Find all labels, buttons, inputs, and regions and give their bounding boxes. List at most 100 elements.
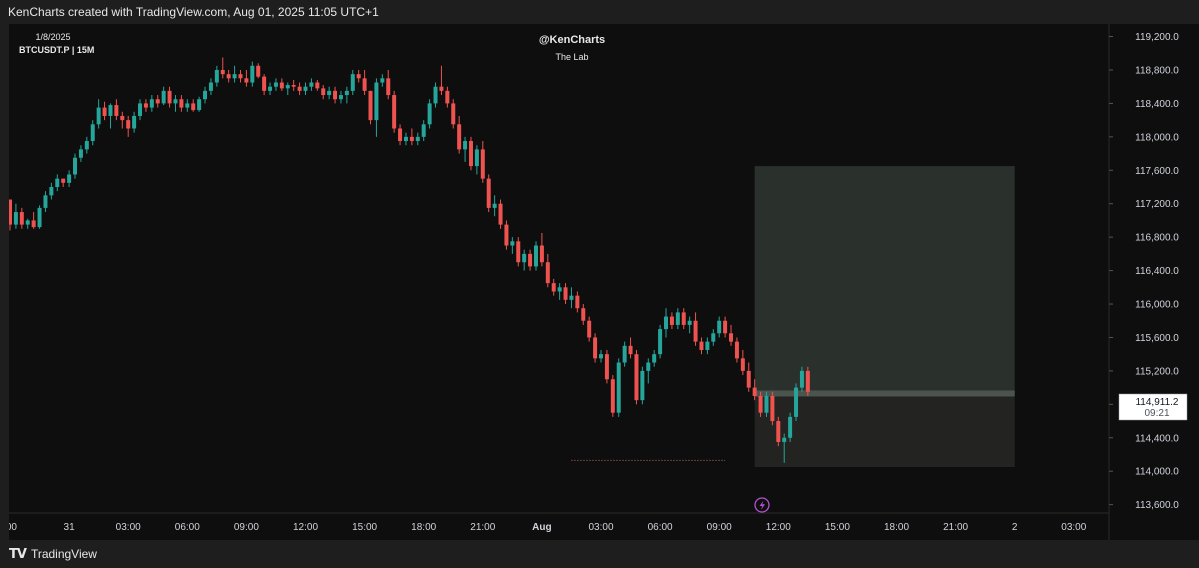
candle-body (504, 224, 509, 246)
candle-body (776, 421, 781, 442)
candle-body (415, 136, 420, 142)
candle (427, 99, 432, 129)
candle-body (102, 107, 107, 116)
candle-body (545, 262, 550, 284)
x-tick-label: 18:00 (884, 522, 909, 533)
candle-body (463, 141, 468, 150)
last-price-value: 114,911.2 (1135, 397, 1178, 408)
candle-body (664, 316, 669, 330)
tradingview-logo-icon[interactable]: TV (9, 547, 27, 562)
legend-symbol: BTCUSDT.P | 15M (19, 45, 94, 55)
candle-body (338, 95, 343, 100)
candle-body (628, 345, 633, 355)
candle-body (167, 90, 172, 104)
candle (788, 412, 793, 442)
candle (468, 136, 473, 171)
watermark-author: @KenCharts (539, 34, 605, 46)
candle-body (498, 203, 503, 225)
candle-body (752, 387, 757, 396)
candle-body (214, 69, 219, 83)
candle-body (669, 316, 674, 325)
candle-body (510, 241, 515, 246)
candle-body (309, 82, 314, 87)
candle (770, 391, 775, 426)
candle-body (563, 287, 568, 300)
candle-body (55, 178, 60, 187)
candle-body (31, 220, 36, 228)
candle-body (120, 115, 125, 121)
candle-body (380, 78, 385, 83)
candle-body (303, 86, 308, 91)
candle-body (208, 82, 213, 91)
candle-body (711, 333, 716, 342)
candle-body (297, 86, 302, 91)
x-tick-label: 15:00 (825, 522, 850, 533)
candle-body (149, 99, 154, 108)
candle-body (675, 312, 680, 325)
candle-body (622, 345, 627, 363)
candle-body (516, 241, 521, 263)
candle-body (788, 416, 793, 438)
y-tick-label: 119,200.0 (1135, 32, 1179, 43)
candle-body (569, 295, 574, 300)
candle-body (746, 370, 751, 388)
x-tick-label: 18:00 (411, 522, 436, 533)
y-tick-label: 115,600.0 (1135, 333, 1179, 344)
candle-body (291, 85, 296, 87)
candle-body (457, 124, 462, 150)
candle-body (285, 85, 290, 89)
candle-body (368, 90, 373, 121)
watermark-subtitle: The Lab (555, 52, 588, 62)
candle-body (658, 329, 663, 355)
y-tick-label: 116,800.0 (1135, 233, 1179, 244)
candle (634, 350, 639, 405)
candle-body (758, 395, 763, 413)
candle-body (764, 395, 769, 413)
chart-canvas[interactable]: 119,200.0 118,800.0 118,400.0 118,000.0 117,… (9, 24, 1199, 540)
candle (392, 90, 397, 133)
y-tick-label: 116,400.0 (1135, 266, 1179, 277)
candle-body (61, 178, 66, 183)
candle-body (19, 212, 24, 225)
candle-body (486, 178, 491, 208)
candle-body (67, 174, 72, 183)
candle (776, 416, 781, 447)
candle-body (114, 105, 119, 116)
candle-body (173, 99, 178, 104)
candle-body (197, 99, 202, 111)
candle-body (273, 82, 278, 87)
x-tick-label: 06:00 (648, 522, 673, 533)
candle (451, 99, 456, 129)
footer-brand[interactable]: TradingView (31, 547, 97, 561)
y-tick-label: 118,400.0 (1135, 99, 1179, 110)
candle-body (451, 103, 456, 125)
candle-body (220, 69, 225, 75)
candle-body (374, 82, 379, 121)
candle-body (268, 86, 273, 91)
candle-body (203, 90, 208, 100)
candle (37, 205, 42, 229)
candle-body (734, 341, 739, 359)
candle (640, 366, 645, 405)
candle-body (533, 245, 538, 267)
candle-body (581, 308, 586, 321)
candle-body (599, 354, 603, 359)
candle-body (403, 136, 408, 142)
candle-body (279, 82, 284, 89)
x-tick-label: 09:00 (707, 522, 732, 533)
candle-body (344, 90, 349, 96)
candle-body (794, 387, 799, 417)
candle-body (315, 82, 320, 89)
candle (794, 383, 799, 422)
candle (504, 220, 509, 250)
x-tick-label: 09:00 (234, 522, 259, 533)
candle-body (474, 149, 479, 167)
x-tick-label: 12:00 (766, 522, 791, 533)
candle-body (640, 370, 645, 401)
candle (533, 241, 538, 271)
candle (498, 199, 503, 229)
candle-body (108, 105, 113, 116)
candle-body (427, 103, 432, 125)
candle-body (327, 90, 332, 96)
candle-body (90, 124, 95, 142)
